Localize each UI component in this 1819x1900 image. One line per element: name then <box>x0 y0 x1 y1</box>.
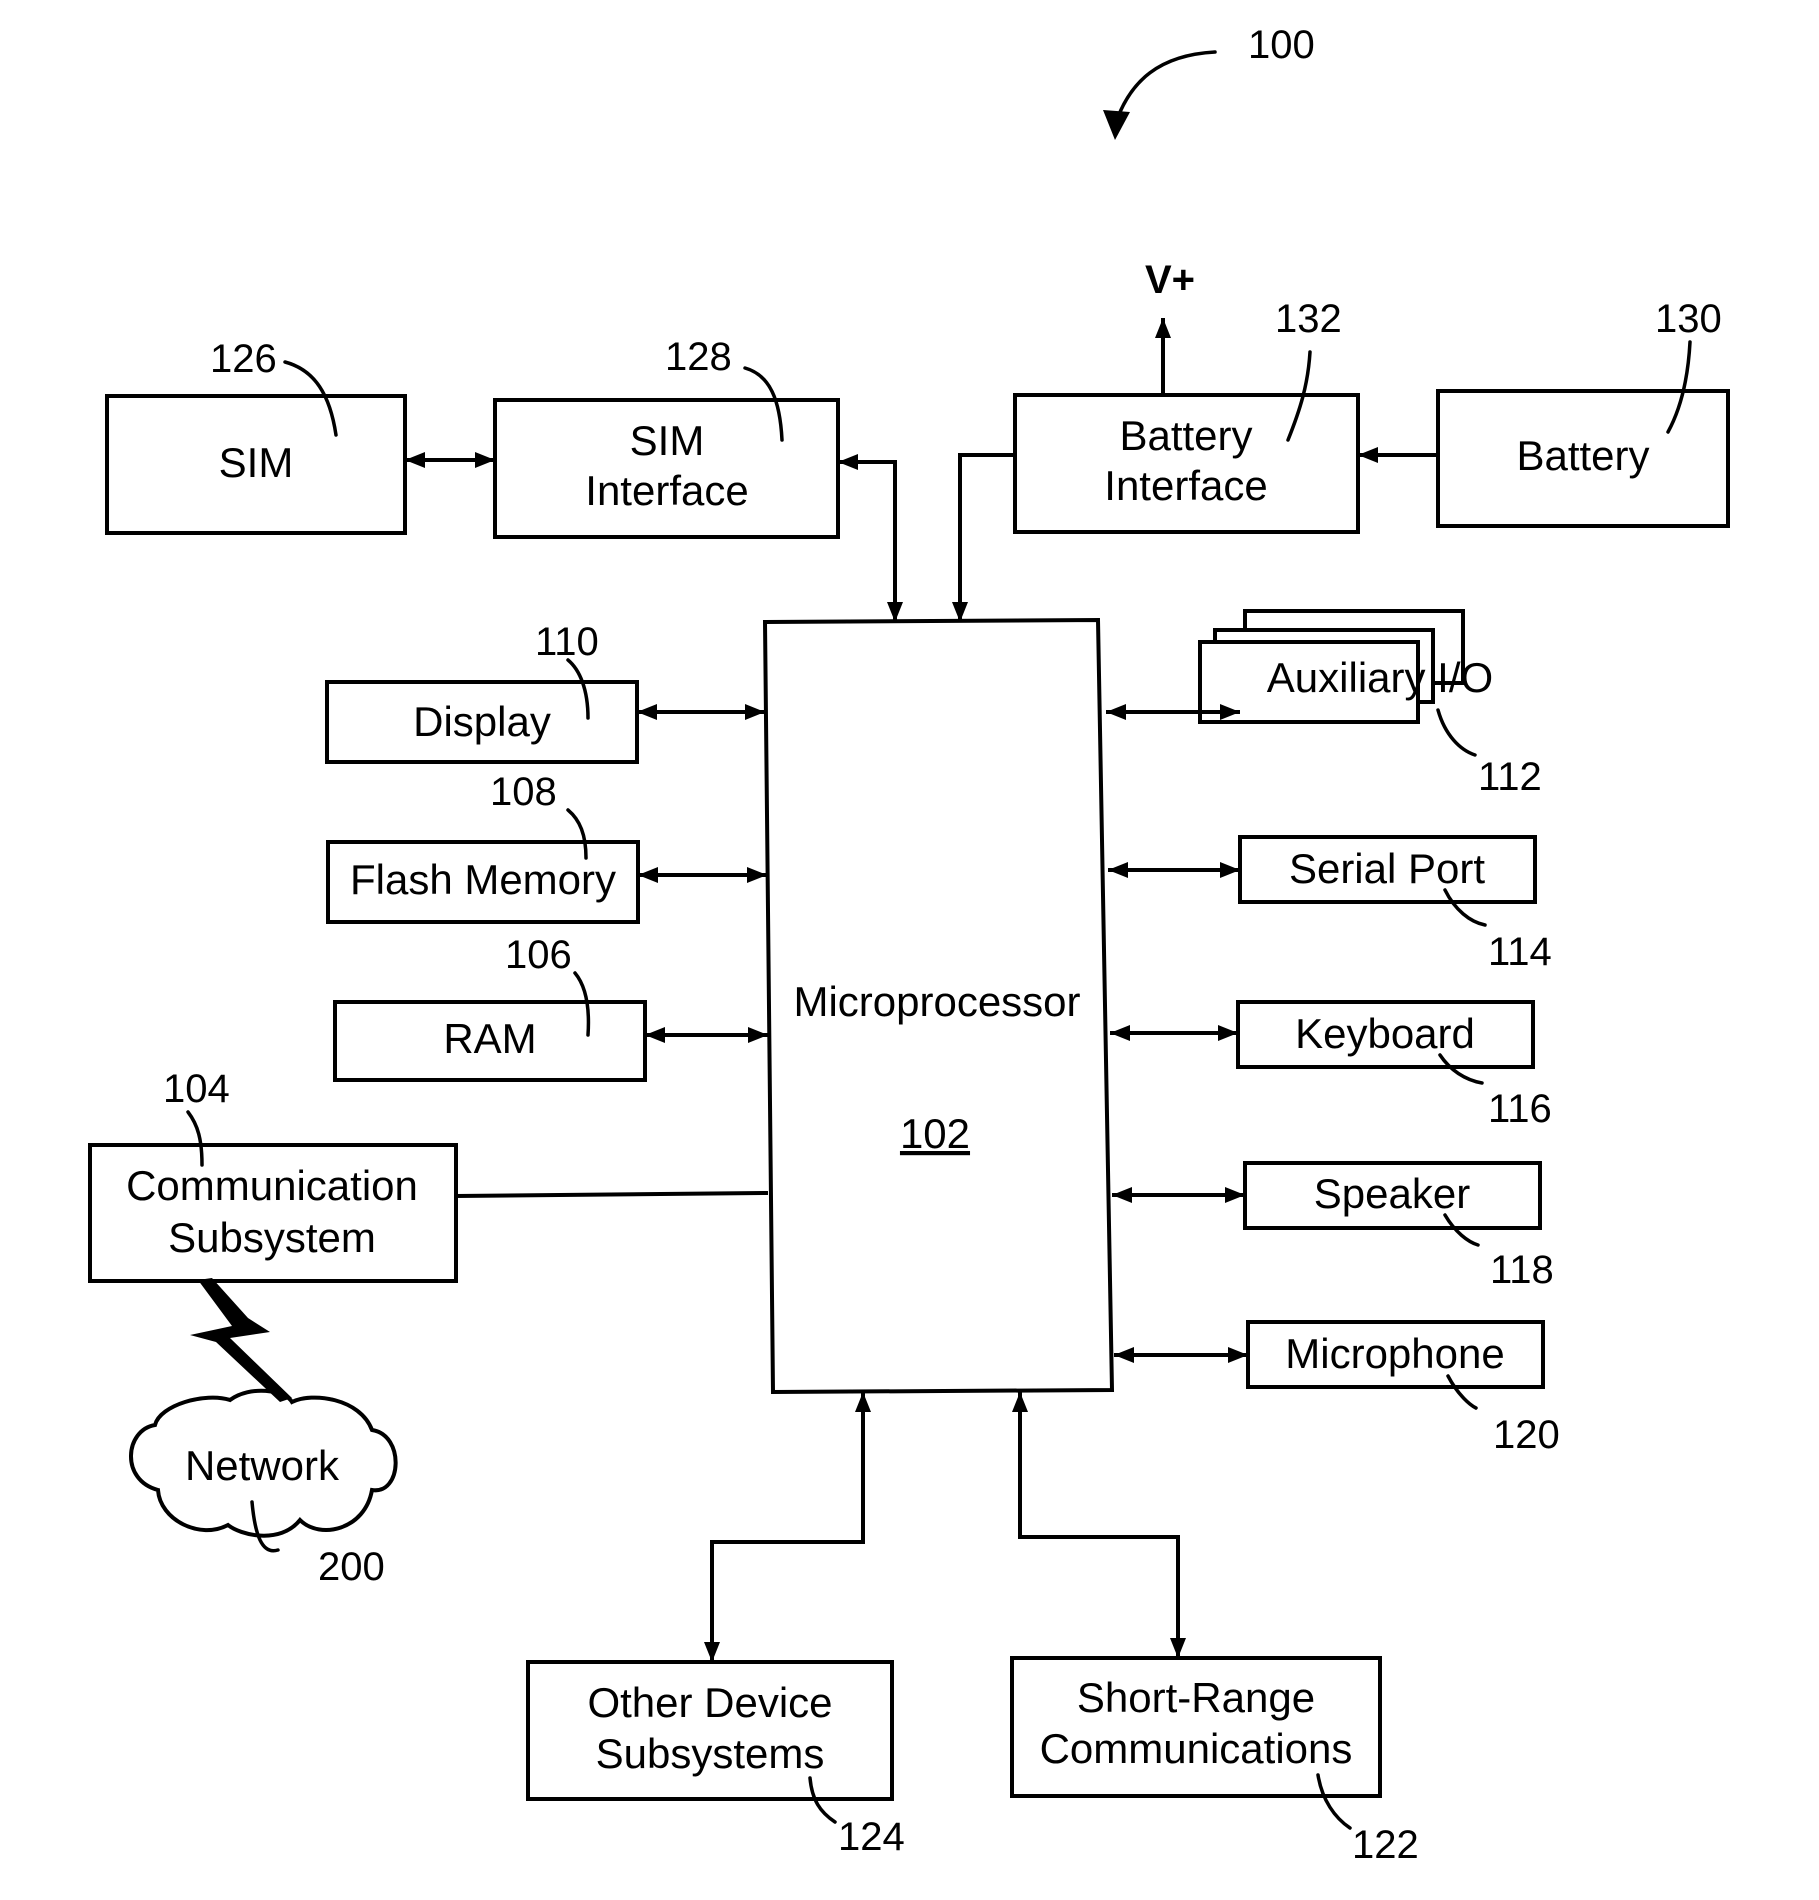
block-diagram: 100 SIM 126 SIM Interface 128 Battery In… <box>88 23 1730 1867</box>
keyboard-ref: 116 <box>1488 1087 1552 1131</box>
network-block: Network 200 <box>129 1388 398 1589</box>
flash-memory-label: Flash Memory <box>350 856 616 903</box>
serial-port-ref: 114 <box>1488 930 1552 974</box>
sim-interface-label-line2: Interface <box>585 467 748 514</box>
sim-interface-ref: 128 <box>665 335 732 379</box>
microphone-ref: 120 <box>1493 1413 1560 1457</box>
display-ref: 110 <box>535 620 599 664</box>
short-range-communications-ref: 122 <box>1352 1823 1419 1867</box>
battery-interface-block: Battery Interface 132 <box>1013 297 1360 534</box>
display-label: Display <box>413 698 551 745</box>
auxiliary-io-ref: 112 <box>1478 755 1542 799</box>
vplus-label: V+ <box>1145 258 1195 302</box>
network-leader <box>250 1500 280 1553</box>
ram-block: RAM 106 <box>333 933 647 1082</box>
ram-label: RAM <box>443 1015 536 1062</box>
figure-arrow-icon <box>1113 50 1217 127</box>
sim-interface-to-microprocessor-connector <box>838 454 903 622</box>
other-device-subsystems-ref: 124 <box>838 1815 905 1859</box>
battery-ref: 130 <box>1655 297 1722 341</box>
battery-interface-ref: 132 <box>1275 297 1342 341</box>
other-device-subsystems-connector <box>704 1392 871 1662</box>
speaker-ref: 118 <box>1490 1248 1554 1292</box>
other-device-subsystems-block: Other Device Subsystems 124 <box>526 1660 905 1859</box>
figure-arrowhead-icon <box>1103 110 1130 140</box>
flash-memory-ref: 108 <box>490 770 557 814</box>
communication-subsystem-label-line1: Communication <box>126 1162 418 1209</box>
ram-ref: 106 <box>505 933 572 977</box>
short-range-communications-connector <box>1012 1392 1186 1658</box>
serial-port-label: Serial Port <box>1289 845 1485 892</box>
speaker-label: Speaker <box>1314 1170 1470 1217</box>
communication-subsystem-connector <box>455 1191 769 1198</box>
microphone-block: Microphone 120 <box>1246 1320 1560 1457</box>
battery-interface-label-line1: Battery <box>1119 412 1252 459</box>
display-block: Display 110 <box>325 620 639 764</box>
battery-interface-label-line2: Interface <box>1104 462 1267 509</box>
sim-interface-block: SIM Interface 128 <box>493 335 840 539</box>
short-range-communications-label-line1: Short-Range <box>1077 1674 1315 1721</box>
auxiliary-io-label: Auxiliary I/O <box>1267 654 1493 701</box>
auxiliary-io-block: Auxiliary I/O 112 <box>1198 609 1542 799</box>
keyboard-label: Keyboard <box>1295 1010 1475 1057</box>
battery-label: Battery <box>1516 432 1649 479</box>
short-range-communications-label-line2: Communications <box>1040 1725 1353 1772</box>
short-range-communications-block: Short-Range Communications 122 <box>1010 1656 1419 1867</box>
communication-subsystem-ref: 104 <box>163 1067 230 1111</box>
sim-label: SIM <box>219 439 294 486</box>
wireless-link-icon <box>190 1278 292 1402</box>
flash-memory-block: Flash Memory 108 <box>326 770 640 924</box>
keyboard-block: Keyboard 116 <box>1236 1000 1552 1131</box>
serial-port-block: Serial Port 114 <box>1238 835 1552 974</box>
network-label: Network <box>185 1442 340 1489</box>
microprocessor-label: Microprocessor <box>793 978 1080 1025</box>
figure-ref-label: 100 <box>1248 23 1315 67</box>
figure-ref-100: 100 <box>1103 23 1315 140</box>
auxiliary-io-leader <box>1436 708 1477 757</box>
microprocessor-block: Microprocessor 102 <box>762 617 1115 1395</box>
other-device-subsystems-label-line1: Other Device <box>587 1679 832 1726</box>
microprocessor-ref: 102 <box>900 1110 970 1157</box>
battery-block: Battery 130 <box>1436 297 1730 528</box>
communication-subsystem-label-line2: Subsystem <box>168 1214 376 1261</box>
network-ref: 200 <box>318 1545 385 1589</box>
battery-interface-to-microprocessor-connector <box>952 453 1015 622</box>
speaker-block: Speaker 118 <box>1243 1161 1554 1292</box>
sim-interface-label-line1: SIM <box>630 417 705 464</box>
other-device-subsystems-label-line2: Subsystems <box>596 1730 825 1777</box>
microphone-label: Microphone <box>1285 1330 1504 1377</box>
communication-subsystem-block: Communication Subsystem 104 <box>88 1067 458 1283</box>
sim-block: SIM 126 <box>105 337 407 535</box>
sim-ref: 126 <box>210 337 277 381</box>
